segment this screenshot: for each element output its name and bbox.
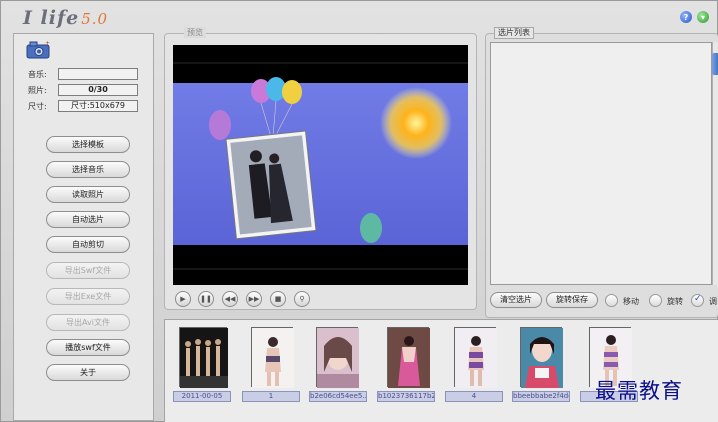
thumbnail-image: [455, 328, 497, 388]
rotate-save-button[interactable]: 旋转保存: [546, 292, 598, 308]
thumbnail-caption: bbeebbabe2f4de...: [512, 391, 570, 402]
clear-selection-button[interactable]: 清空选片: [490, 292, 542, 308]
music-row: 音乐:: [28, 68, 56, 80]
preview-legend: 预览: [184, 27, 206, 38]
photo-count-field: 0/30: [58, 84, 138, 96]
select-music-button[interactable]: 选择音乐: [46, 161, 130, 178]
rotate-label: 旋转: [667, 297, 683, 306]
minimize-glyph: ▾: [700, 12, 705, 22]
left-panel: + 音乐: 照片: 0/30 尺寸: 尺寸:510x679 选择模板 选择音乐 …: [13, 33, 154, 421]
photo-row: 照片:: [28, 84, 56, 96]
thumbnail-strip: [164, 319, 718, 422]
move-radio[interactable]: [605, 294, 618, 307]
thumbnail-image: [180, 328, 228, 388]
thumbnail-image: [388, 328, 430, 388]
stop-icon[interactable]: ■: [270, 291, 286, 307]
zoom-icon[interactable]: ⚲: [294, 291, 310, 307]
thumbnail-image: [317, 328, 359, 388]
play-icon[interactable]: ▶: [175, 291, 191, 307]
thumbnail-image: [252, 328, 294, 388]
select-template-button[interactable]: 选择模板: [46, 136, 130, 153]
watermark: 最需教育: [595, 379, 683, 403]
svg-text:+: +: [45, 40, 50, 47]
preview-image: [173, 45, 468, 285]
next-glyph: ▶▶: [248, 295, 260, 303]
selected-list-scrollbar[interactable]: [712, 42, 718, 285]
about-button[interactable]: 关于: [46, 364, 130, 381]
thumbnail-caption: 4: [445, 391, 503, 402]
camera-icon: +: [26, 40, 50, 59]
thumbnail-caption: 1: [242, 391, 300, 402]
title-bar: I life 5.0 ? ▾: [1, 1, 718, 33]
export-avi-button[interactable]: 导出Avi文件: [46, 314, 130, 331]
zoom-glyph: ⚲: [299, 295, 305, 303]
app-window: I life 5.0 ? ▾ + 音乐: 照片: 0/30 尺寸: 尺寸:510x…: [0, 0, 718, 422]
rotate-radio[interactable]: [649, 294, 662, 307]
pause-icon[interactable]: ❚❚: [198, 291, 214, 307]
music-field: [58, 68, 138, 80]
play-swf-button[interactable]: 播放swf文件: [46, 339, 130, 356]
photo-label: 照片:: [28, 85, 47, 95]
thumbnail-4[interactable]: [387, 327, 430, 388]
prev-glyph: ◀◀: [224, 295, 236, 303]
export-swf-button[interactable]: 导出Swf文件: [46, 262, 130, 279]
size-field: 尺寸:510x679: [58, 100, 138, 112]
help-glyph: ?: [683, 12, 689, 22]
load-photos-button[interactable]: 读取照片: [46, 186, 130, 203]
preview-screen: [173, 45, 468, 285]
size-row: 尺寸:: [28, 100, 56, 112]
play-glyph: ▶: [180, 295, 186, 303]
stop-glyph: ■: [274, 295, 282, 303]
adjust-radio[interactable]: [691, 294, 704, 307]
next-icon[interactable]: ▶▶: [246, 291, 262, 307]
thumbnail-2[interactable]: [251, 327, 294, 388]
auto-crop-button[interactable]: 自动剪切: [46, 236, 130, 253]
thumbnail-3[interactable]: [316, 327, 359, 388]
app-logo: I life 5.0: [23, 7, 108, 29]
export-exe-button[interactable]: 导出Exe文件: [46, 288, 130, 305]
thumbnail-caption: 2011-00-05: [173, 391, 231, 402]
logo-text: I life: [23, 7, 80, 29]
help-icon[interactable]: ?: [680, 11, 692, 23]
thumbnail-image: [521, 328, 563, 388]
pause-glyph: ❚❚: [200, 295, 212, 303]
selected-list[interactable]: [490, 42, 712, 285]
auto-select-button[interactable]: 自动选片: [46, 211, 130, 228]
adjust-label: 调: [709, 297, 717, 306]
thumbnail-6[interactable]: [520, 327, 563, 388]
move-label: 移动: [623, 297, 639, 306]
prev-icon[interactable]: ◀◀: [222, 291, 238, 307]
thumbnail-caption: b2e06cd54ee5...: [309, 391, 367, 402]
thumbnail-caption: b1023736117b21...: [377, 391, 435, 402]
music-label: 音乐:: [28, 69, 47, 79]
size-label: 尺寸:: [28, 101, 47, 111]
selected-list-legend: 选片列表: [494, 27, 534, 39]
minimize-icon[interactable]: ▾: [697, 11, 709, 23]
thumbnail-1[interactable]: [179, 327, 228, 388]
logo-version: 5.0: [81, 10, 109, 28]
scrollbar-thumb[interactable]: [712, 53, 718, 75]
thumbnail-5[interactable]: [454, 327, 497, 388]
